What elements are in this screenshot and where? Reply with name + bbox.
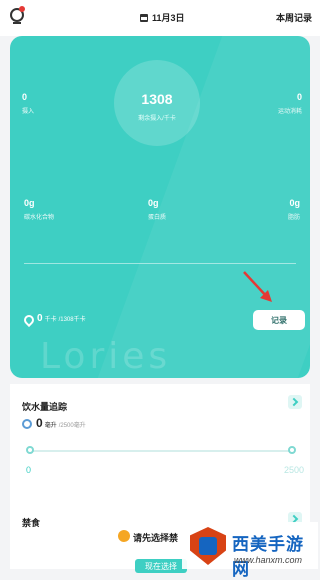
water-unit: 毫升 [44, 423, 57, 429]
remaining-kcal-value: 1308 [141, 91, 173, 107]
consumed-kcal-value: 0 [37, 313, 43, 324]
fasting-select-button[interactable]: 现在选择 [135, 559, 187, 573]
consumed-kcal: 0 千卡 /1308千卡 [37, 313, 86, 324]
burn-stat: 0 运动消耗 [278, 92, 302, 115]
burn-value: 0 [296, 92, 302, 102]
fat-value: 0g [289, 198, 300, 208]
site-watermark-logo: 西美手游网 www.hanxm.com [182, 522, 318, 579]
water-slider-min: 0 [26, 465, 32, 475]
top-bar: 11月3日 本周记录 [0, 0, 320, 36]
logo-url: www.hanxm.com [234, 555, 303, 565]
water-tracker-expand-button[interactable] [288, 395, 302, 409]
flame-icon [21, 312, 37, 328]
intake-label: 摄入 [22, 109, 35, 115]
protein-value: 0g [148, 198, 159, 208]
carbs-stat: 0g 碳水化合物 [24, 198, 54, 221]
consumed-kcal-total: /1308千卡 [58, 317, 86, 323]
clock-icon [118, 530, 130, 542]
intake-stat: 0 摄入 [22, 92, 34, 115]
carbs-value: 0g [24, 198, 35, 208]
calorie-summary-card: Lories 1308 剩余摄入/千卡 0 摄入 0 运动消耗 0g 碳水化合物… [10, 36, 310, 378]
water-slider-end [288, 446, 296, 454]
water-slider-handle[interactable] [26, 446, 34, 454]
notification-dot [19, 6, 25, 12]
remaining-kcal-label: 剩余摄入/千卡 [138, 116, 176, 122]
water-drop-icon [22, 419, 32, 429]
fat-stat: 0g 脂肪 [288, 198, 300, 221]
water-slider-max: 2500 [283, 465, 304, 475]
water-tracker-section: 饮水量追踪 0 毫升 /2500毫升 0 2500 [10, 384, 310, 504]
profile-icon-base [13, 22, 21, 24]
annotation-arrow-icon [243, 271, 272, 302]
card-watermark: Lories [40, 336, 172, 377]
fasting-title: 禁食 [22, 518, 41, 528]
gamepad-logo-icon [190, 527, 226, 565]
water-value: 0 [36, 416, 43, 430]
water-amount: 0 毫升 /2500毫升 [36, 416, 86, 430]
date-selector[interactable]: 11月3日 [140, 11, 185, 24]
fasting-prompt: 请先选择禁 [133, 533, 179, 543]
date-label: 11月3日 [152, 13, 185, 23]
carbs-label: 碳水化合物 [24, 215, 55, 221]
water-tracker-title: 饮水量追踪 [22, 402, 68, 412]
water-slider-track[interactable] [30, 450, 292, 452]
consumed-kcal-unit: 千卡 [44, 317, 57, 323]
fat-label: 脂肪 [287, 215, 300, 221]
record-button[interactable]: 记录 [253, 310, 305, 330]
intake-value: 0 [22, 92, 28, 102]
protein-stat: 0g 蛋白质 [148, 198, 166, 221]
protein-label: 蛋白质 [148, 215, 167, 221]
calendar-icon [140, 13, 148, 22]
burn-label: 运动消耗 [277, 109, 302, 115]
weekly-record-link[interactable]: 本周记录 [276, 11, 312, 24]
card-divider [24, 263, 296, 264]
water-target: /2500毫升 [58, 423, 86, 429]
